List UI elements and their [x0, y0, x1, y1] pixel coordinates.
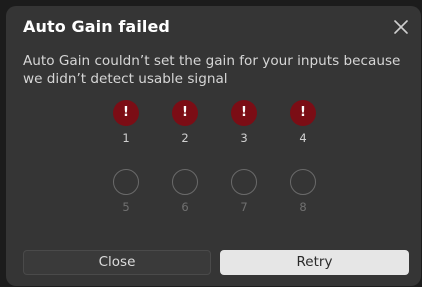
close-icon[interactable] — [393, 19, 409, 35]
input-status-grid: ! 1 ! 2 ! 3 ! 4 5 6 7 8 — [6, 96, 421, 216]
input-number: 2 — [181, 131, 189, 145]
input-status-7: 7 — [224, 169, 264, 221]
input-number: 6 — [181, 200, 189, 214]
input-status-4: ! 4 — [283, 100, 323, 152]
empty-circle-icon — [113, 169, 139, 195]
input-number: 4 — [299, 131, 307, 145]
exclamation-mark: ! — [241, 105, 247, 120]
input-status-8: 8 — [283, 169, 323, 221]
auto-gain-failed-dialog: Auto Gain failed Auto Gain couldn’t set … — [6, 6, 421, 286]
input-number: 3 — [240, 131, 248, 145]
exclamation-mark: ! — [300, 105, 306, 120]
dialog-title: Auto Gain failed — [23, 17, 170, 36]
exclamation-icon: ! — [113, 100, 139, 126]
retry-button[interactable]: Retry — [220, 250, 409, 275]
empty-circle-icon — [290, 169, 316, 195]
input-number: 8 — [299, 200, 307, 214]
empty-circle-icon — [172, 169, 198, 195]
input-status-1: ! 1 — [106, 100, 146, 152]
dialog-message: Auto Gain couldn’t set the gain for your… — [23, 53, 401, 87]
exclamation-icon: ! — [290, 100, 316, 126]
close-icon-graphic — [394, 20, 408, 34]
close-button[interactable]: Close — [23, 250, 211, 275]
input-status-3: ! 3 — [224, 100, 264, 152]
exclamation-mark: ! — [123, 105, 129, 120]
input-status-5: 5 — [106, 169, 146, 221]
exclamation-icon: ! — [231, 100, 257, 126]
exclamation-mark: ! — [182, 105, 188, 120]
input-status-6: 6 — [165, 169, 205, 221]
exclamation-icon: ! — [172, 100, 198, 126]
input-status-2: ! 2 — [165, 100, 205, 152]
input-number: 1 — [122, 131, 130, 145]
input-number: 7 — [240, 200, 248, 214]
input-number: 5 — [122, 200, 130, 214]
empty-circle-icon — [231, 169, 257, 195]
